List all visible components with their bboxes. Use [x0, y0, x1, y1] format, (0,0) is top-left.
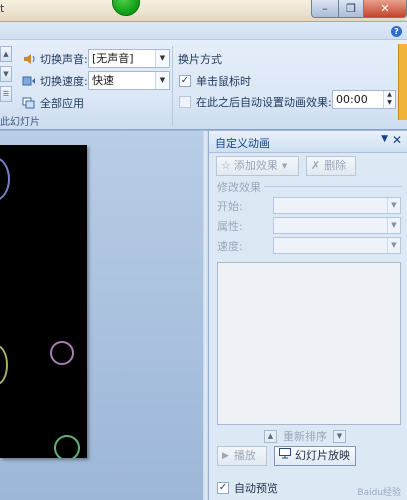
delete-label: 删除: [324, 159, 347, 172]
transition-speed-value: 快速: [92, 74, 114, 87]
apply-all-button[interactable]: 全部应用: [22, 95, 84, 111]
add-effect-button[interactable]: ☆ 添加效果 ▼: [216, 156, 299, 176]
speed-icon: [22, 74, 36, 88]
transition-sound-value: [无声音]: [92, 52, 134, 65]
chevron-down-icon: ▼: [155, 72, 169, 89]
auto-after-time-input[interactable]: 00:00 ▲ ▼: [332, 90, 396, 109]
group-divider: [172, 46, 173, 126]
gallery-expand[interactable]: ☰: [0, 86, 12, 102]
slide-workspace: [0, 131, 208, 500]
bubble-decoration: [50, 341, 74, 365]
transition-sound-row: 切换声音:: [22, 51, 88, 67]
sound-icon: [22, 52, 36, 66]
on-click-check[interactable]: ✓: [179, 75, 191, 87]
gallery-scroll-up[interactable]: ▲: [0, 46, 12, 62]
advance-group-title: 换片方式: [178, 51, 222, 67]
title-bar: t – ❐ ✕: [0, 0, 407, 22]
slide-canvas[interactable]: [0, 145, 87, 458]
bubble-decoration: [0, 345, 8, 385]
transition-speed-label: 切换速度:: [40, 75, 88, 88]
pane-header: 自定义动画 ▼ ✕: [209, 131, 407, 153]
reorder-label: 重新排序: [283, 430, 327, 443]
auto-preview-checkbox[interactable]: ✓ 自动预览: [217, 480, 278, 496]
custom-animation-pane: 自定义动画 ▼ ✕ ☆ 添加效果 ▼ ✗ 删除 修改效果 开始: ▼ 属性: ▼…: [208, 131, 407, 500]
on-click-checkbox[interactable]: ✓ 单击鼠标时: [179, 73, 251, 89]
chevron-down-icon: ▼: [387, 218, 400, 233]
delete-effect-button[interactable]: ✗ 删除: [306, 156, 356, 176]
ribbon: ? ▲ ▼ ☰ 切换声音: [无声音] ▼ 切换速度: 快速 ▼ 全部应用 换片…: [0, 22, 407, 130]
advance-group-title-text: 换片方式: [178, 53, 222, 66]
quick-access-green-icon[interactable]: [112, 0, 140, 16]
slideshow-button[interactable]: 幻灯片放映: [274, 446, 356, 466]
apply-all-icon: [22, 96, 36, 110]
chevron-down-icon: ▼: [155, 50, 169, 67]
auto-preview-label: 自动预览: [234, 482, 278, 495]
chevron-down-icon: ▼: [281, 162, 288, 170]
ribbon-edge-highlight: [398, 44, 407, 120]
move-up-icon[interactable]: ▲: [264, 429, 277, 443]
reorder-controls: ▲ 重新排序 ▼: [264, 428, 364, 444]
pane-title: 自定义动画: [215, 137, 270, 150]
window-title: t: [0, 2, 5, 15]
add-effect-label: 添加效果: [233, 159, 278, 172]
play-label: 播放: [233, 449, 256, 462]
close-window-button[interactable]: ✕: [363, 0, 407, 18]
on-click-label: 单击鼠标时: [196, 75, 251, 88]
minimize-icon: –: [322, 2, 328, 15]
speed-select[interactable]: ▼: [273, 237, 401, 254]
ribbon-group-label: 此幻灯片: [0, 117, 40, 128]
restore-icon: ❐: [346, 2, 356, 15]
property-select[interactable]: ▼: [273, 217, 401, 234]
help-icon[interactable]: ?: [391, 26, 402, 37]
start-label: 开始:: [217, 200, 243, 213]
bubble-decoration: [54, 435, 80, 458]
chevron-down-icon: ▼: [387, 198, 400, 213]
transition-sound-select[interactable]: [无声音] ▼: [88, 49, 170, 68]
delete-icon: ✗: [311, 159, 321, 172]
transition-speed-select[interactable]: 快速 ▼: [88, 71, 170, 90]
speed-label: 速度:: [217, 240, 243, 253]
transition-speed-row: 切换速度:: [22, 73, 88, 89]
auto-preview-check[interactable]: ✓: [217, 482, 229, 494]
start-select[interactable]: ▼: [273, 197, 401, 214]
chevron-down-icon: ▼: [387, 238, 400, 253]
pane-menu-icon[interactable]: ▼: [381, 134, 388, 144]
transition-sound-label: 切换声音:: [40, 53, 88, 66]
auto-after-checkbox[interactable]: 在此之后自动设置动画效果:: [179, 94, 332, 110]
auto-after-check[interactable]: [179, 96, 191, 108]
modify-effect-label: 修改效果: [217, 181, 261, 194]
watermark: Baidu经验: [357, 488, 401, 498]
auto-after-label: 在此之后自动设置动画效果:: [196, 96, 332, 109]
add-effect-icon: ☆: [221, 159, 231, 172]
gallery-scroll-down[interactable]: ▼: [0, 66, 12, 82]
section-divider: [264, 186, 402, 187]
minimize-button[interactable]: –: [311, 0, 339, 18]
move-down-icon[interactable]: ▼: [333, 429, 346, 443]
spinner-arrows-icon[interactable]: ▲ ▼: [383, 91, 395, 108]
restore-button[interactable]: ❐: [338, 0, 364, 18]
close-icon: ✕: [380, 2, 390, 15]
ribbon-tab-strip: ?: [0, 22, 407, 40]
play-icon: ▶: [222, 451, 229, 461]
property-label: 属性:: [217, 220, 243, 233]
bubble-decoration: [0, 157, 10, 201]
apply-all-label: 全部应用: [40, 97, 84, 110]
pane-close-icon[interactable]: ✕: [392, 133, 402, 147]
play-button[interactable]: ▶ 播放: [217, 446, 267, 466]
animation-list[interactable]: [217, 262, 401, 425]
slideshow-icon: [279, 447, 291, 465]
auto-after-time-value: 00:00: [336, 93, 368, 106]
slideshow-label: 幻灯片放映: [295, 449, 350, 462]
